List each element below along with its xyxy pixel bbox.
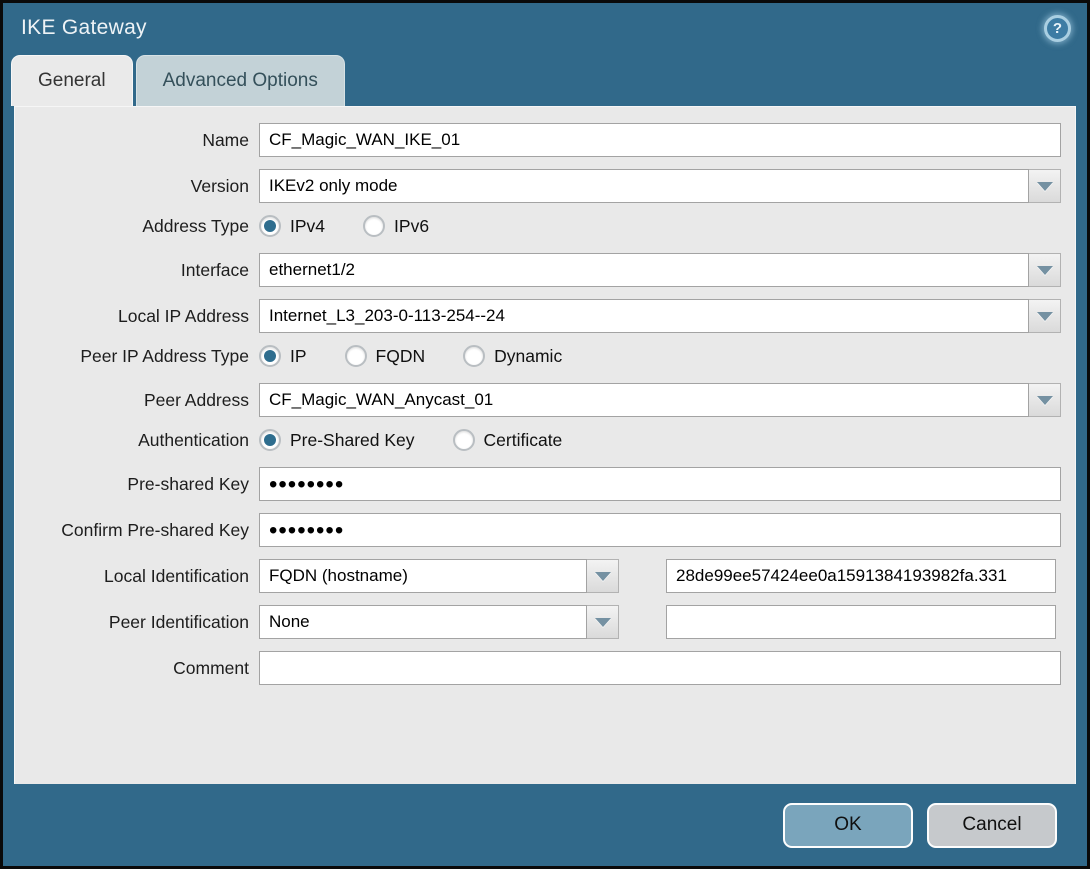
local-ip-address-input[interactable] (259, 299, 1029, 333)
peer-ip-type-ip-label: IP (290, 345, 307, 366)
radio-unselected-icon (463, 345, 486, 367)
authentication-label: Authentication (138, 429, 249, 450)
radio-selected-icon (259, 215, 281, 237)
tab-general[interactable]: General (11, 55, 133, 106)
address-type-row: Address Type IPv4 IPv6 (15, 215, 1075, 237)
confirm-pre-shared-key-row: Confirm Pre-shared Key (15, 513, 1075, 547)
peer-address-label: Peer Address (143, 389, 249, 410)
local-identification-row: Local Identification (15, 559, 1075, 593)
address-type-ipv6-radio[interactable]: IPv6 (363, 215, 429, 237)
auth-pre-shared-key-radio[interactable]: Pre-Shared Key (259, 429, 415, 451)
chevron-down-icon (1036, 395, 1053, 405)
radio-unselected-icon (344, 345, 367, 367)
version-label: Version (190, 175, 249, 196)
peer-identification-row: Peer Identification (15, 605, 1075, 639)
peer-ip-address-type-label: Peer IP Address Type (80, 345, 249, 366)
pre-shared-key-input[interactable] (259, 467, 1061, 501)
local-ip-address-label: Local IP Address (117, 305, 249, 326)
general-tab-panel: Name Version Address Type IPv4 (14, 106, 1076, 784)
peer-identification-dropdown-button[interactable] (587, 605, 619, 639)
chevron-down-icon (1036, 265, 1053, 275)
peer-ip-address-type-row: Peer IP Address Type IP FQDN Dynamic (15, 345, 1075, 367)
interface-dropdown-button[interactable] (1029, 253, 1061, 287)
pre-shared-key-row: Pre-shared Key (15, 467, 1075, 501)
interface-row: Interface (15, 253, 1075, 287)
name-row: Name (15, 123, 1075, 157)
name-input[interactable] (259, 123, 1061, 157)
peer-ip-type-fqdn-label: FQDN (375, 345, 426, 366)
radio-unselected-icon (363, 215, 386, 237)
dialog-titlebar: IKE Gateway ? (3, 3, 1087, 53)
comment-input[interactable] (259, 651, 1061, 685)
name-label: Name (202, 129, 249, 150)
radio-selected-icon (259, 429, 281, 451)
version-dropdown-button[interactable] (1029, 169, 1061, 203)
tab-general-label: General (38, 70, 106, 91)
ike-gateway-dialog: IKE Gateway ? General Advanced Options N… (0, 0, 1090, 869)
comment-row: Comment (15, 651, 1075, 685)
help-icon[interactable]: ? (1044, 14, 1071, 42)
radio-unselected-icon (452, 429, 475, 451)
version-row: Version (15, 169, 1075, 203)
tab-bar: General Advanced Options (3, 53, 1087, 106)
address-type-ipv4-radio[interactable]: IPv4 (259, 215, 325, 237)
comment-label: Comment (173, 657, 249, 678)
local-identification-type-input[interactable] (259, 559, 587, 593)
peer-ip-type-dynamic-radio[interactable]: Dynamic (463, 345, 562, 367)
interface-input[interactable] (259, 253, 1029, 287)
peer-identification-type-input[interactable] (259, 605, 587, 639)
version-input[interactable] (259, 169, 1029, 203)
tab-advanced-options-label: Advanced Options (162, 70, 318, 91)
chevron-down-icon (1036, 181, 1053, 191)
peer-identification-value-input[interactable] (666, 605, 1056, 639)
dialog-footer: OK Cancel (3, 784, 1087, 866)
auth-certificate-label: Certificate (483, 429, 563, 450)
cancel-button[interactable]: Cancel (927, 802, 1057, 848)
address-type-label: Address Type (142, 215, 249, 236)
dialog-title: IKE Gateway (21, 16, 147, 39)
chevron-down-icon (594, 571, 611, 581)
local-identification-value-input[interactable] (666, 559, 1056, 593)
chevron-down-icon (1036, 311, 1053, 321)
tab-advanced-options[interactable]: Advanced Options (135, 55, 345, 106)
peer-identification-label: Peer Identification (108, 611, 249, 632)
peer-address-row: Peer Address (15, 383, 1075, 417)
local-ip-address-dropdown-button[interactable] (1029, 299, 1061, 333)
radio-selected-icon (259, 345, 281, 367)
local-identification-dropdown-button[interactable] (587, 559, 619, 593)
pre-shared-key-label: Pre-shared Key (127, 473, 249, 494)
peer-address-input[interactable] (259, 383, 1029, 417)
ok-button[interactable]: OK (783, 802, 913, 848)
address-type-ipv6-label: IPv6 (394, 215, 430, 236)
chevron-down-icon (594, 617, 611, 627)
address-type-ipv4-label: IPv4 (290, 215, 326, 236)
local-identification-label: Local Identification (104, 565, 249, 586)
peer-ip-type-fqdn-radio[interactable]: FQDN (344, 345, 426, 367)
confirm-pre-shared-key-label: Confirm Pre-shared Key (61, 519, 249, 540)
peer-address-dropdown-button[interactable] (1029, 383, 1061, 417)
auth-pre-shared-key-label: Pre-Shared Key (290, 429, 415, 450)
authentication-row: Authentication Pre-Shared Key Certificat… (15, 429, 1075, 451)
auth-certificate-radio[interactable]: Certificate (452, 429, 563, 451)
peer-ip-type-ip-radio[interactable]: IP (259, 345, 307, 367)
confirm-pre-shared-key-input[interactable] (259, 513, 1061, 547)
local-ip-address-row: Local IP Address (15, 299, 1075, 333)
peer-ip-type-dynamic-label: Dynamic (494, 345, 563, 366)
interface-label: Interface (180, 259, 249, 280)
